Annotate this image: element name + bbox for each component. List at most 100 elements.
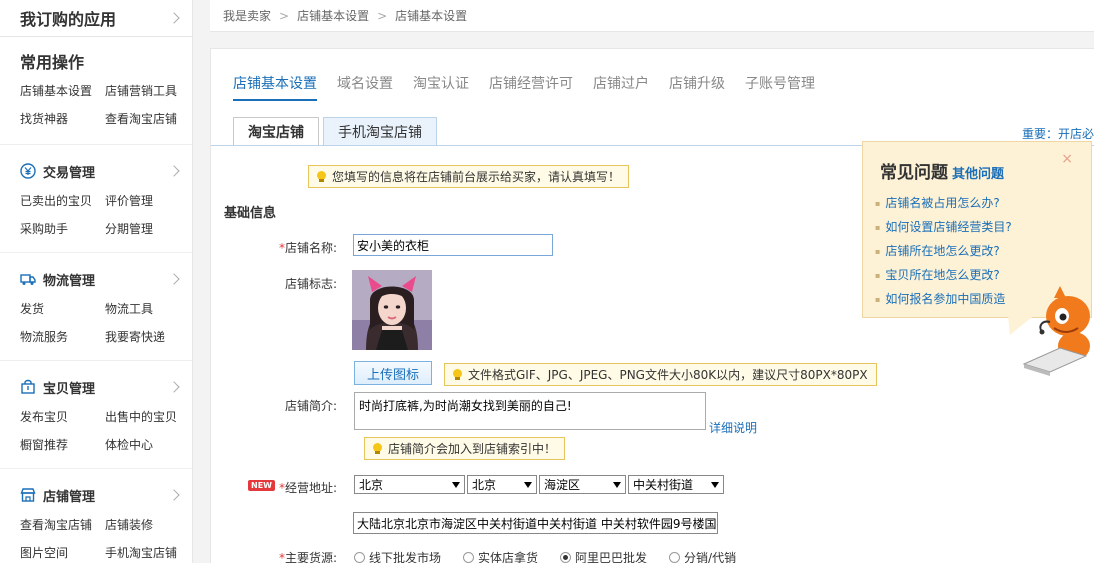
faq-item[interactable]: 店铺所在地怎么更改? [875,242,1012,266]
sidebar-link[interactable]: 分期管理 [105,220,190,237]
faq-item[interactable]: 宝贝所在地怎么更改? [875,266,1012,290]
sidebar-link[interactable]: 已卖出的宝贝 [20,192,105,209]
upload-tip-text: 文件格式GIF、JPG、JPEG、PNG文件大小80K以内，建议尺寸80PX*8… [468,368,868,382]
full-address-input[interactable]: 大陆北京北京市海淀区中关村街道中关村街道 中关村软件园9号楼国 [353,512,718,534]
sidebar-link[interactable]: 手机淘宝店铺 [105,544,190,561]
shop-type-tabs: 淘宝店铺 手机淘宝店铺 [233,117,437,146]
sidebar-link[interactable]: 我要寄快递 [105,328,190,345]
sidebar-link[interactable]: 找货神器 [20,110,105,127]
bag-icon [20,379,36,395]
mascot-icon [1022,286,1090,376]
tab-business-license[interactable]: 店铺经营许可 [489,73,573,101]
sidebar-link[interactable]: 出售中的宝贝 [105,408,190,425]
province-select[interactable]: 北京 [354,475,465,494]
sidebar: 我订购的应用 常用操作 店铺基本设置 店铺营销工具 找货神器 查看淘宝店铺 交易… [0,0,193,563]
sidebar-link[interactable]: 店铺基本设置 [20,82,105,99]
faq-list: 店铺名被占用怎么办? 如何设置店铺经营类目? 店铺所在地怎么更改? 宝贝所在地怎… [875,194,1012,314]
subtab-taobao-shop[interactable]: 淘宝店铺 [233,117,319,146]
logistics-header[interactable]: 物流管理 [20,269,192,289]
shop-logo-label: 店铺标志: [284,277,337,291]
breadcrumb-separator: > [279,8,290,23]
breadcrumb-separator: > [377,8,388,23]
radio-circle [354,552,365,563]
lightbulb-icon [373,442,382,455]
source-radio-group: 线下批发市场 实体店拿货 阿里巴巴批发 分销/代销 [354,549,736,563]
dropdown-arrow-icon [524,481,532,488]
sidebar-link[interactable]: 查看淘宝店铺 [20,516,105,533]
address-label: *经营地址: [278,481,337,495]
section-title: 基础信息 [224,206,277,221]
sidebar-link[interactable]: 发货 [20,300,105,317]
faq-item[interactable]: 如何设置店铺经营类目? [875,218,1011,242]
source-radio-physical-store[interactable]: 实体店拿货 [463,549,538,563]
radio-circle-selected [560,552,572,563]
upload-logo-button[interactable]: 上传图标 [354,361,433,385]
sidebar-link[interactable]: 体检中心 [105,436,190,453]
items-header[interactable]: 宝贝管理 [20,377,192,397]
sidebar-link[interactable]: 图片空间 [20,544,105,561]
my-apps-title: 我订购的应用 [20,10,117,29]
tab-sub-accounts[interactable]: 子账号管理 [745,73,815,101]
important-notice-link[interactable]: 重要：开店必 [1022,125,1094,142]
intro-tip-text: 店铺简介会加入到店铺索引中！ [388,442,557,456]
chevron-right-icon [168,165,180,177]
faq-other-link[interactable]: 其他问题 [952,167,1004,182]
radio-circle [463,552,475,563]
street-select[interactable]: 中关村街道 [628,475,724,494]
close-icon[interactable]: × [1061,151,1073,167]
my-apps-header[interactable]: 我订购的应用 [0,0,192,37]
trade-section: 交易管理 已卖出的宝贝 评价管理 采购助手 分期管理 [0,145,192,253]
lightbulb-icon [317,170,326,183]
items-section: 宝贝管理 发布宝贝 出售中的宝贝 橱窗推荐 体检中心 [0,361,192,469]
chevron-right-icon [168,12,180,24]
logistics-title: 物流管理 [43,273,96,289]
breadcrumb-item[interactable]: 我是卖家 [223,7,271,24]
tab-domain-settings[interactable]: 域名设置 [337,73,393,101]
info-tip-text: 您填写的信息将在店铺前台展示给买家，请认真填写！ [332,170,621,184]
sidebar-link[interactable]: 物流工具 [105,300,190,317]
sidebar-link[interactable]: 橱窗推荐 [20,436,105,453]
breadcrumb-item[interactable]: 店铺基本设置 [297,7,369,24]
sidebar-link[interactable]: 查看淘宝店铺 [105,110,190,127]
upload-tip: 文件格式GIF、JPG、JPEG、PNG文件大小80K以内，建议尺寸80PX*8… [444,363,877,386]
sidebar-link[interactable]: 采购助手 [20,220,105,237]
sidebar-link[interactable]: 发布宝贝 [20,408,105,425]
city-select[interactable]: 北京 [467,475,537,494]
faq-item[interactable]: 店铺名被占用怎么办? [875,194,1012,218]
detail-link[interactable]: 详细说明 [709,419,757,436]
shop-header[interactable]: 店铺管理 [20,485,192,505]
tab-shop-transfer[interactable]: 店铺过户 [593,73,649,101]
breadcrumb: 我是卖家 > 店铺基本设置 > 店铺基本设置 [210,0,1094,32]
sidebar-link[interactable]: 店铺装修 [105,516,190,533]
district-select[interactable]: 海淀区 [539,475,626,494]
shop-icon [20,487,36,503]
chevron-right-icon [168,273,180,285]
shop-intro-textarea[interactable]: 时尚打底裤,为时尚潮女找到美丽的自己! [354,392,706,430]
common-ops-title: 常用操作 [20,53,85,72]
sidebar-link[interactable]: 物流服务 [20,328,105,345]
items-title: 宝贝管理 [43,381,96,397]
source-radio-distribution[interactable]: 分销/代销 [669,549,736,563]
shop-section: 店铺管理 查看淘宝店铺 店铺装修 图片空间 手机淘宝店铺 [0,469,192,563]
source-radio-alibaba[interactable]: 阿里巴巴批发 [560,549,647,563]
dropdown-arrow-icon [452,481,460,488]
tab-shop-upgrade[interactable]: 店铺升级 [669,73,725,101]
subtab-mobile-shop[interactable]: 手机淘宝店铺 [323,117,437,145]
logistics-section: 物流管理 发货 物流工具 物流服务 我要寄快递 [0,253,192,361]
chevron-right-icon [168,381,180,393]
dropdown-arrow-icon [613,481,621,488]
shop-title: 店铺管理 [43,489,96,505]
trade-header[interactable]: 交易管理 [20,161,192,181]
tab-taobao-certification[interactable]: 淘宝认证 [413,73,469,101]
shop-name-input[interactable]: 安小美的衣柜 [353,234,553,256]
source-label: *主要货源: [278,551,337,563]
sidebar-link[interactable]: 评价管理 [105,192,190,209]
sidebar-link[interactable]: 店铺营销工具 [105,82,190,99]
source-radio-offline-wholesale[interactable]: 线下批发市场 [354,549,441,563]
shop-logo-image [352,270,432,350]
dropdown-arrow-icon [711,481,719,488]
tab-basic-settings[interactable]: 店铺基本设置 [233,73,317,101]
faq-item[interactable]: 如何报名参加中国质造 [875,290,1012,314]
yen-icon [20,163,36,179]
settings-tabs: 店铺基本设置 域名设置 淘宝认证 店铺经营许可 店铺过户 店铺升级 子账号管理 [233,73,815,101]
